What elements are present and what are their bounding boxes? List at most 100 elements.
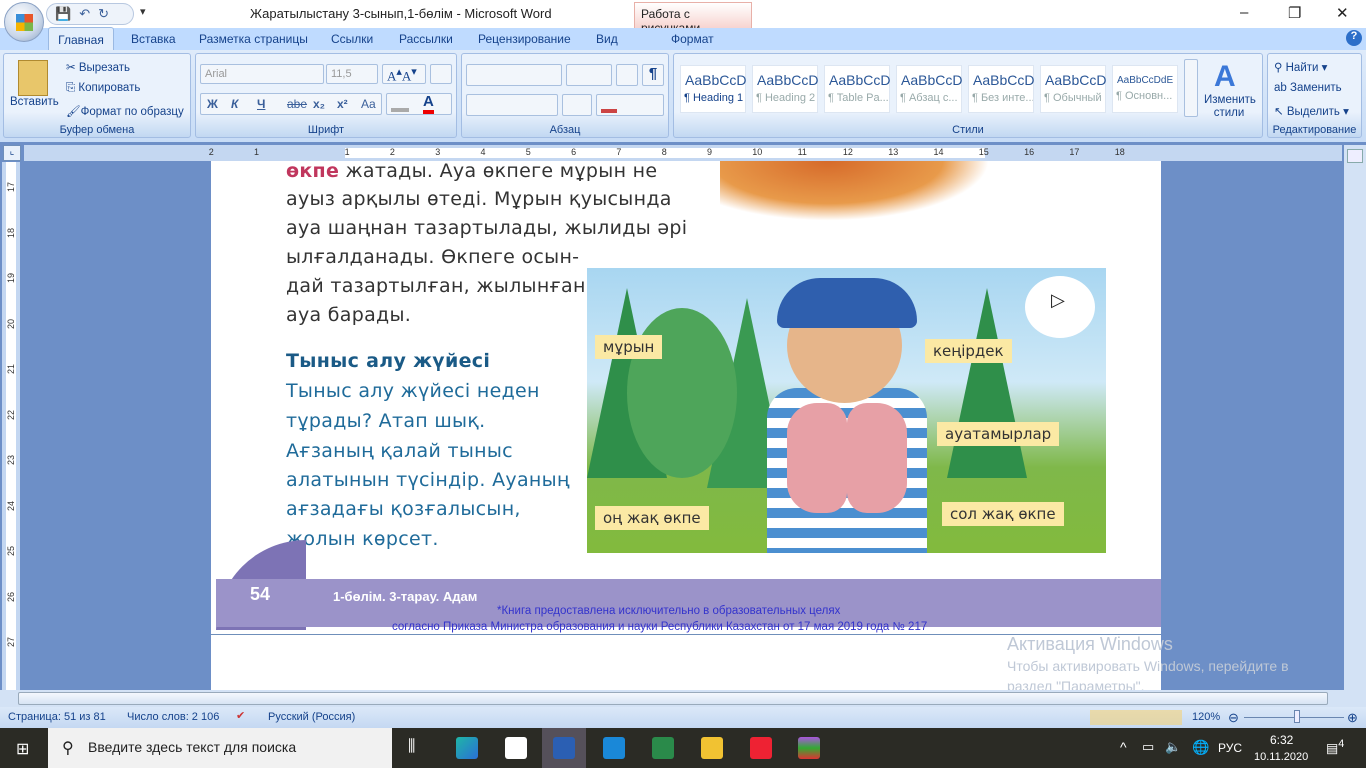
zoom-slider-thumb[interactable] bbox=[1293, 710, 1300, 723]
underline-button[interactable]: Ч bbox=[257, 97, 265, 111]
align-buttons[interactable] bbox=[466, 94, 558, 116]
tray-chevron-icon[interactable]: ^ bbox=[1120, 739, 1127, 755]
font-color-icon[interactable]: A bbox=[423, 94, 434, 114]
format-painter-button[interactable]: 🖌Формат по образцу bbox=[66, 104, 184, 118]
horizontal-scrollbar[interactable] bbox=[0, 690, 1366, 707]
line-spacing-icon[interactable] bbox=[562, 94, 592, 116]
minimize-button[interactable]: – bbox=[1240, 4, 1248, 21]
ruler-tick-label: 5 bbox=[525, 147, 531, 157]
tree bbox=[947, 288, 1027, 478]
find-button[interactable]: ⚲ Найти ▾ bbox=[1274, 60, 1327, 74]
windows-start-icon[interactable]: ⊞ bbox=[16, 739, 29, 759]
clear-formatting-icon[interactable] bbox=[430, 64, 452, 84]
tab-view[interactable]: Вид bbox=[596, 32, 618, 46]
word-count[interactable]: Число слов: 2 106 bbox=[127, 711, 219, 723]
winrar-icon[interactable] bbox=[798, 737, 820, 759]
view-buttons[interactable] bbox=[1090, 710, 1182, 725]
store-icon[interactable] bbox=[505, 737, 527, 759]
proofing-icon[interactable]: ✔ bbox=[236, 709, 245, 722]
tab-review[interactable]: Рецензирование bbox=[478, 32, 571, 46]
italic-button[interactable]: К bbox=[231, 97, 238, 111]
ruler-tick-label: 1 bbox=[254, 147, 260, 157]
close-button[interactable]: ✕ bbox=[1336, 4, 1349, 22]
font-size-select[interactable]: 11,5 bbox=[326, 64, 378, 84]
save-icon[interactable]: 💾 bbox=[55, 6, 71, 22]
strikethrough-button[interactable]: abe bbox=[287, 97, 307, 111]
page-count[interactable]: Страница: 51 из 81 bbox=[8, 711, 106, 723]
context-tab-picture-tools: Работа с рисунками bbox=[634, 2, 752, 35]
ruler-tick-label: 24 bbox=[6, 500, 17, 511]
tab-mailings[interactable]: Рассылки bbox=[399, 32, 453, 46]
office-button[interactable] bbox=[4, 2, 44, 42]
zoom-in-icon[interactable]: ⊕ bbox=[1347, 710, 1358, 726]
input-language[interactable]: РУС bbox=[1218, 741, 1242, 755]
replace-button[interactable]: ab Заменить bbox=[1274, 82, 1342, 94]
clock-time[interactable]: 6:32 bbox=[1270, 733, 1293, 747]
tab-page-layout[interactable]: Разметка страницы bbox=[199, 32, 308, 46]
change-case-button[interactable]: Aa bbox=[361, 97, 376, 111]
style-heading-1[interactable]: AaBbCcD ¶ Heading 1 bbox=[680, 65, 746, 113]
font-name-select[interactable]: Arial bbox=[200, 64, 324, 84]
style-heading-2[interactable]: AaBbCcD ¶ Heading 2 bbox=[752, 65, 818, 113]
subscript-button[interactable]: x₂ bbox=[313, 97, 325, 111]
style-normal[interactable]: AaBbCcD ¶ Обычный bbox=[1040, 65, 1106, 113]
volume-icon[interactable]: 🔈 bbox=[1165, 739, 1181, 755]
help-icon[interactable]: ? bbox=[1346, 30, 1362, 46]
tab-insert[interactable]: Вставка bbox=[131, 32, 176, 46]
tab-format[interactable]: Формат bbox=[671, 32, 714, 46]
ruler-tick-label: 12 bbox=[842, 147, 853, 157]
ruler-tick-label: 4 bbox=[480, 147, 486, 157]
video-play-button[interactable]: ▷ bbox=[1025, 276, 1095, 338]
style-table-paragraph[interactable]: AaBbCcD ¶ Table Pa... bbox=[824, 65, 890, 113]
tab-home[interactable]: Главная bbox=[48, 27, 114, 51]
word-taskbar-active[interactable] bbox=[542, 728, 586, 768]
select-button[interactable]: ↖ Выделить ▾ bbox=[1274, 104, 1349, 118]
ruler-tick-label: 1 bbox=[344, 147, 350, 157]
undo-icon[interactable]: ↶ bbox=[79, 6, 90, 22]
ruler-tick-label: 3 bbox=[435, 147, 441, 157]
styles-scroll[interactable] bbox=[1184, 59, 1198, 117]
yandex-icon[interactable] bbox=[750, 737, 772, 759]
tab-references[interactable]: Ссылки bbox=[331, 32, 373, 46]
restore-button[interactable]: ❐ bbox=[1288, 4, 1301, 22]
edge-icon[interactable] bbox=[456, 737, 478, 759]
bold-button[interactable]: Ж bbox=[207, 97, 218, 111]
style-list-paragraph[interactable]: AaBbCcD ¶ Абзац с... bbox=[896, 65, 962, 113]
taskbar-search-input[interactable]: Введите здесь текст для поиска bbox=[48, 728, 392, 768]
redo-icon[interactable]: ↻ bbox=[98, 6, 109, 22]
style-no-spacing[interactable]: AaBbCcD ¶ Без инте... bbox=[968, 65, 1034, 113]
language-indicator[interactable]: Русский (Россия) bbox=[268, 711, 355, 723]
superscript-button[interactable]: x² bbox=[337, 97, 348, 111]
copy-button[interactable]: ⎘ Копировать bbox=[66, 82, 140, 95]
battery-icon[interactable]: ▭ bbox=[1142, 739, 1154, 755]
ruler-tick-label: 15 bbox=[978, 147, 989, 157]
zoom-level[interactable]: 120% bbox=[1192, 711, 1220, 723]
label-right-lung: оң жақ өкпе bbox=[595, 506, 709, 530]
highlight-icon[interactable] bbox=[391, 108, 409, 112]
notifications-icon[interactable]: ▤4 bbox=[1326, 738, 1344, 756]
shading-borders-buttons[interactable] bbox=[596, 94, 664, 116]
cut-button[interactable]: ✂ Вырезать bbox=[66, 60, 130, 74]
change-styles-button[interactable]: Изменить стили bbox=[1204, 94, 1256, 120]
ruler-tick-label: 17 bbox=[1069, 147, 1080, 157]
excel-icon[interactable] bbox=[652, 737, 674, 759]
body-line: ылғалданады. Өкпеге осын- bbox=[286, 246, 580, 268]
list-buttons[interactable] bbox=[466, 64, 562, 86]
scroll-thumb[interactable] bbox=[18, 692, 1328, 705]
network-globe-icon[interactable]: 🌐 bbox=[1192, 739, 1209, 756]
indent-buttons[interactable] bbox=[566, 64, 612, 86]
customize-qat-icon[interactable]: ▾ bbox=[140, 5, 146, 18]
show-formatting-button[interactable]: ¶ bbox=[642, 64, 664, 86]
task-view-icon[interactable]: ⫼ bbox=[408, 738, 415, 756]
sort-icon[interactable] bbox=[616, 64, 638, 86]
paste-button[interactable]: Вставить bbox=[10, 96, 59, 108]
ruler-toggle-icon[interactable] bbox=[1347, 149, 1363, 163]
zoom-out-icon[interactable]: ⊖ bbox=[1228, 710, 1239, 726]
grow-shrink-font-buttons[interactable]: A▴A▾ bbox=[382, 64, 426, 84]
style-body-text[interactable]: AaBbCcDdE ¶ Основн... bbox=[1112, 65, 1178, 113]
clock-date[interactable]: 10.11.2020 bbox=[1254, 751, 1308, 763]
vertical-scrollbar[interactable] bbox=[1344, 145, 1366, 690]
mail-icon[interactable] bbox=[603, 737, 625, 759]
file-explorer-icon[interactable] bbox=[701, 737, 723, 759]
tab-stop-selector[interactable]: ⌞ bbox=[3, 145, 21, 161]
